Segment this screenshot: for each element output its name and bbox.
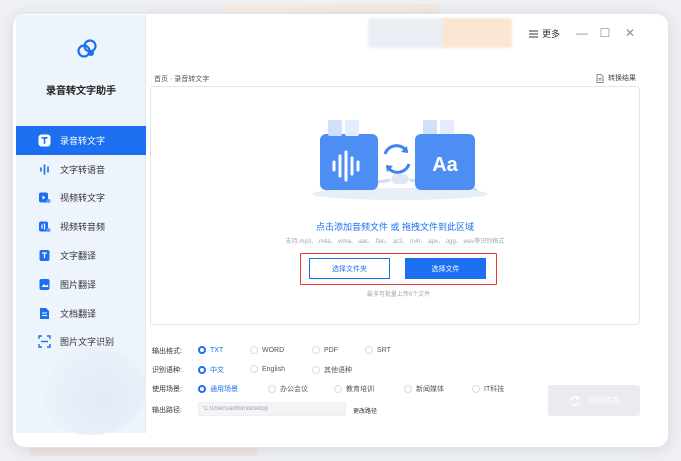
usage-scene-label: 使用场景:: [152, 386, 182, 393]
video-text-icon: [38, 191, 51, 204]
format-option-word[interactable]: WORD: [250, 346, 284, 354]
radio-icon: [198, 366, 206, 374]
recognition-language-label: 识别语种:: [152, 367, 182, 374]
scene-option-news[interactable]: 新闻媒体: [404, 384, 444, 394]
format-option-srt[interactable]: SRT: [365, 346, 391, 354]
output-format-label: 输出格式:: [152, 348, 182, 355]
sidebar-item-label: 视频转文字: [60, 193, 106, 204]
scene-option-it[interactable]: IT科技: [472, 384, 504, 394]
sidebar-item-image-translate[interactable]: 图片翻译: [16, 270, 146, 299]
supported-formats-text: 支持.mp3、.m4a、.wma、.aac、.flac、.ac3、.m4r、.a…: [285, 239, 505, 245]
language-option-other[interactable]: 其他语种: [312, 365, 352, 375]
select-folder-button[interactable]: 选择文件夹: [309, 258, 390, 279]
conversion-result-label: 转换结果: [608, 75, 636, 82]
change-path-button[interactable]: 更改路径: [353, 406, 377, 415]
start-conversion-label: 开始转换: [588, 396, 620, 405]
document-translate-icon: [38, 307, 51, 320]
scene-option-education[interactable]: 教育培训: [334, 384, 374, 394]
format-option-pdf[interactable]: PDF: [312, 346, 338, 354]
sidebar-item-video-to-audio[interactable]: 视频转音频: [16, 212, 146, 241]
drop-zone-title: 点击添加音频文件 或 拖拽文件到此区域: [315, 222, 474, 232]
title-bar: 更多 — ☐ ✕: [146, 15, 681, 51]
audio-to-text-illustration: Aa: [312, 120, 488, 200]
breadcrumb: 首页 · 录音转文字: [154, 76, 210, 83]
radio-icon: [250, 346, 258, 354]
text-t-icon: [38, 134, 51, 147]
background-decoration-bottom: [28, 448, 258, 456]
radio-icon: [365, 346, 373, 354]
radio-icon: [268, 385, 276, 393]
sidebar-item-label: 文档翻译: [60, 308, 97, 319]
close-button[interactable]: ✕: [622, 25, 638, 41]
start-conversion-button[interactable]: 开始转换: [548, 385, 640, 416]
radio-icon: [198, 346, 206, 354]
conversion-result-button[interactable]: 转换结果: [596, 73, 636, 83]
sidebar-item-document-translate[interactable]: 文档翻译: [16, 299, 146, 328]
sidebar-decoration: [36, 345, 146, 435]
sidebar-item-text-to-speech[interactable]: 文字转语音: [16, 155, 146, 184]
output-path-input[interactable]: [198, 402, 346, 416]
select-file-button[interactable]: 选择文件: [405, 258, 486, 279]
blurred-region: [368, 18, 448, 48]
format-option-txt[interactable]: TXT: [198, 346, 223, 354]
sidebar-item-label: 文字转语音: [60, 164, 106, 175]
sidebar-item-video-to-text[interactable]: 视频转文字: [16, 184, 146, 213]
maximize-icon: ☐: [599, 26, 611, 40]
radio-icon: [334, 385, 342, 393]
language-option-chinese[interactable]: 中文: [198, 365, 224, 375]
text-translate-icon: [38, 249, 51, 262]
sidebar-item-label: 图片文字识别: [60, 337, 115, 348]
radio-icon: [312, 366, 320, 374]
sidebar-item-label: 文字翻译: [60, 251, 97, 262]
radio-icon: [472, 385, 480, 393]
minimize-button[interactable]: —: [574, 25, 590, 41]
sidebar-item-label: 录音转文字: [60, 135, 106, 146]
sidebar: 录音转文字助手 录音转文字 文字转语音 视频转文字 视频转音频 文字翻译 图片翻…: [16, 15, 146, 435]
more-button[interactable]: 更多: [529, 27, 560, 40]
background-decoration-top: [220, 4, 440, 14]
sidebar-item-image-ocr[interactable]: 图片文字识别: [16, 328, 146, 357]
menu-icon: [529, 30, 538, 37]
app-name: 录音转文字助手: [46, 86, 116, 97]
output-path-label: 输出路径:: [152, 407, 182, 414]
sidebar-nav: 录音转文字 文字转语音 视频转文字 视频转音频 文字翻译 图片翻译 文档翻译 图…: [16, 126, 146, 356]
audio-wave-icon: [38, 163, 51, 176]
blurred-region: [442, 18, 512, 48]
refresh-icon: [570, 395, 580, 406]
scan-icon: [38, 335, 51, 349]
document-icon: [596, 73, 604, 83]
app-logo-icon: [77, 39, 97, 58]
scene-option-office[interactable]: 办公会议: [268, 384, 308, 394]
radio-icon: [312, 346, 320, 354]
svg-text:Aa: Aa: [432, 154, 458, 176]
sidebar-item-label: 视频转音频: [60, 222, 106, 233]
radio-icon: [250, 365, 258, 373]
image-translate-icon: [38, 278, 51, 291]
sidebar-item-text-translate[interactable]: 文字翻译: [16, 241, 146, 270]
close-icon: ✕: [624, 26, 636, 40]
sidebar-item-audio-to-text[interactable]: 录音转文字: [16, 126, 146, 155]
maximize-button[interactable]: ☐: [597, 25, 613, 41]
radio-icon: [404, 385, 412, 393]
language-option-english[interactable]: English: [250, 365, 285, 373]
video-audio-icon: [38, 220, 51, 233]
sidebar-item-label: 图片翻译: [60, 279, 97, 290]
scene-option-general[interactable]: 通用场景: [198, 384, 238, 394]
upload-limit-note: 最多可批量上传6个文件: [366, 292, 431, 298]
minimize-icon: —: [576, 26, 588, 40]
radio-icon: [198, 385, 206, 393]
more-label: 更多: [542, 29, 561, 39]
